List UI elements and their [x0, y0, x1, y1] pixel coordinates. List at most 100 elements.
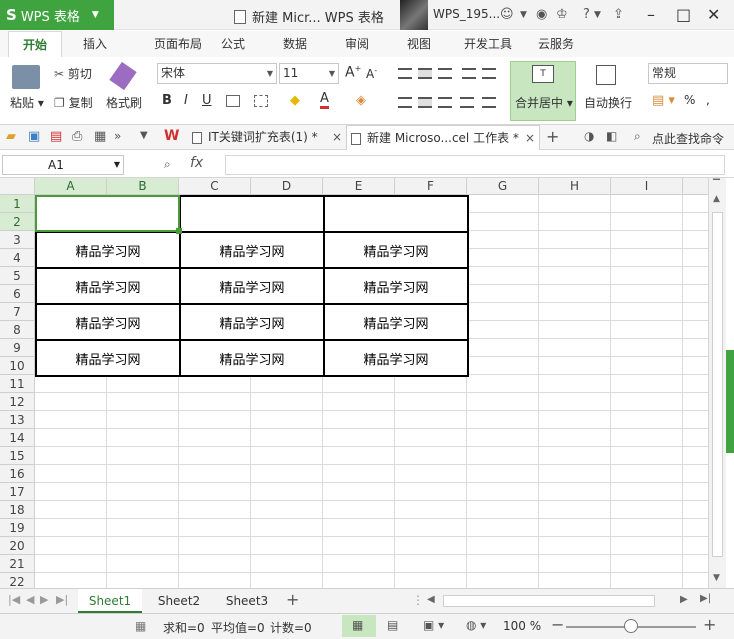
close-icon[interactable]: × — [332, 125, 342, 150]
column-header-i[interactable]: I — [611, 178, 683, 195]
history-icon[interactable]: ◑ — [584, 129, 594, 143]
column-header-e[interactable]: E — [323, 178, 395, 195]
underline-button[interactable]: U — [202, 93, 212, 108]
scroll-top-icon[interactable]: ▔ — [713, 180, 720, 190]
row-header-8[interactable]: 8 — [0, 321, 35, 339]
prev-sheet-icon[interactable]: ◀ — [26, 593, 34, 606]
row-header-4[interactable]: 4 — [0, 249, 35, 267]
sheet-tab-3[interactable]: Sheet3 — [216, 589, 278, 613]
next-sheet-icon[interactable]: ▶ — [40, 593, 48, 606]
export-pdf-icon[interactable]: ▤ — [50, 129, 62, 144]
row-header-6[interactable]: 6 — [0, 285, 35, 303]
zoom-slider-thumb[interactable] — [624, 619, 638, 633]
scroll-down-icon[interactable]: ▼ — [713, 573, 720, 583]
more-icon[interactable]: » — [114, 129, 121, 143]
name-box[interactable]: A1 ▼ — [2, 155, 124, 175]
font-family-select[interactable]: 宋体 ▼ — [157, 63, 277, 84]
column-header-c[interactable]: C — [179, 178, 251, 195]
row-header-7[interactable]: 7 — [0, 303, 35, 321]
merged-cell[interactable]: 精品学习网 — [35, 267, 181, 305]
align-bottom-icon[interactable] — [438, 68, 452, 79]
print-icon[interactable]: ⎙ — [72, 129, 82, 144]
doc-tab-2[interactable]: 新建 Microso...cel 工作表 * × — [346, 125, 540, 150]
scroll-left-icon[interactable]: ◀ — [427, 594, 435, 605]
reading-mode-icon[interactable]: ◍ ▾ — [466, 618, 486, 632]
merged-cell[interactable]: 精品学习网 — [35, 303, 181, 341]
bold-button[interactable]: B — [162, 93, 172, 108]
zoom-level[interactable]: 100 % — [503, 619, 541, 633]
column-header-b[interactable]: B — [107, 178, 179, 195]
row-header-2[interactable]: 2 — [0, 213, 35, 231]
merged-cell[interactable] — [179, 195, 325, 233]
merged-cell[interactable]: 精品学习网 — [323, 339, 469, 377]
indent-decrease-icon[interactable] — [462, 68, 476, 79]
maximize-icon[interactable]: □ — [676, 5, 691, 24]
format-painter-button[interactable]: 格式刷 — [106, 94, 142, 111]
shirt-icon[interactable]: ♔ — [556, 7, 568, 22]
tab-developer[interactable]: 开发工具 — [456, 31, 520, 57]
close-icon[interactable]: × — [525, 126, 535, 151]
open-folder-icon[interactable]: ▰ — [6, 129, 16, 144]
currency-icon[interactable]: ▤ ▾ — [652, 93, 675, 108]
column-header-f[interactable]: F — [395, 178, 467, 195]
number-format-select[interactable]: 常规 — [648, 63, 728, 84]
select-all-corner[interactable] — [0, 178, 35, 195]
merged-cell[interactable]: 精品学习网 — [179, 303, 325, 341]
copy-button[interactable]: ❐ 复制 — [54, 94, 93, 111]
wps-home-icon[interactable]: W — [164, 128, 179, 144]
page-break-view-icon[interactable]: ▤ — [387, 618, 398, 632]
first-sheet-icon[interactable]: |◀ — [8, 593, 20, 606]
app-menu-button[interactable]: S WPS 表格 ▼ — [0, 0, 114, 30]
chevron-down-icon[interactable]: ▼ — [594, 10, 601, 20]
scroll-right-icon[interactable]: ▶ — [680, 594, 688, 605]
side-panel-toggle[interactable] — [726, 350, 734, 453]
merged-cell[interactable]: 精品学习网 — [35, 339, 181, 377]
row-header-14[interactable]: 14 — [0, 429, 35, 447]
user-name[interactable]: WPS_195... — [433, 7, 500, 21]
row-header-11[interactable]: 11 — [0, 375, 35, 393]
merged-cell[interactable]: 精品学习网 — [179, 231, 325, 269]
align-middle-icon[interactable] — [418, 68, 432, 79]
merged-cell[interactable]: 精品学习网 — [323, 231, 469, 269]
wrap-text-button[interactable]: 自动换行 — [584, 94, 632, 111]
last-sheet-icon[interactable]: ▶| — [56, 593, 68, 606]
merged-cell[interactable]: 精品学习网 — [179, 267, 325, 305]
minimize-icon[interactable]: – — [647, 5, 655, 24]
zoom-in-icon[interactable]: + — [703, 615, 716, 634]
row-header-18[interactable]: 18 — [0, 501, 35, 519]
comma-style-icon[interactable]: , — [706, 93, 710, 107]
tab-insert[interactable]: 插入 — [70, 31, 120, 57]
tab-review[interactable]: 审阅 — [334, 31, 380, 57]
font-size-select[interactable]: 11 ▼ — [279, 63, 339, 84]
row-header-3[interactable]: 3 — [0, 231, 35, 249]
doc-tab-1[interactable]: IT关键词扩充表(1) * × — [188, 125, 346, 150]
merged-cell[interactable]: 精品学习网 — [323, 303, 469, 341]
new-tab-icon[interactable]: + — [546, 127, 559, 146]
row-header-17[interactable]: 17 — [0, 483, 35, 501]
column-header-a[interactable]: A — [35, 178, 107, 195]
row-header-9[interactable]: 9 — [0, 339, 35, 357]
row-header-15[interactable]: 15 — [0, 447, 35, 465]
percent-button[interactable]: % — [684, 93, 695, 107]
format-painter-icon[interactable] — [109, 61, 137, 91]
tab-cloud[interactable]: 云服务 — [530, 31, 582, 57]
chevron-down-icon[interactable]: ▼ — [520, 10, 527, 20]
avatar[interactable] — [400, 0, 428, 30]
column-header-h[interactable]: H — [539, 178, 611, 195]
sheet-tab-2[interactable]: Sheet2 — [148, 589, 210, 613]
sheet-tab-1[interactable]: Sheet1 — [78, 589, 142, 613]
command-search[interactable]: 点此查找命令 — [652, 130, 724, 147]
paste-button[interactable]: 粘贴 ▾ — [10, 94, 44, 111]
row-header-1[interactable]: 1 — [0, 195, 35, 213]
wrap-text-icon[interactable] — [596, 65, 616, 85]
row-header-5[interactable]: 5 — [0, 267, 35, 285]
column-header-g[interactable]: G — [467, 178, 539, 195]
indent-increase-icon[interactable] — [482, 68, 496, 79]
zoom-out-icon[interactable]: − — [551, 615, 564, 634]
tab-view[interactable]: 视图 — [396, 31, 442, 57]
merged-cell[interactable]: 精品学习网 — [179, 339, 325, 377]
skin-icon[interactable]: ◉ — [536, 7, 547, 22]
cell-style-icon[interactable] — [254, 95, 268, 107]
chevron-down-icon[interactable]: ▼ — [140, 130, 148, 141]
row-header-12[interactable]: 12 — [0, 393, 35, 411]
